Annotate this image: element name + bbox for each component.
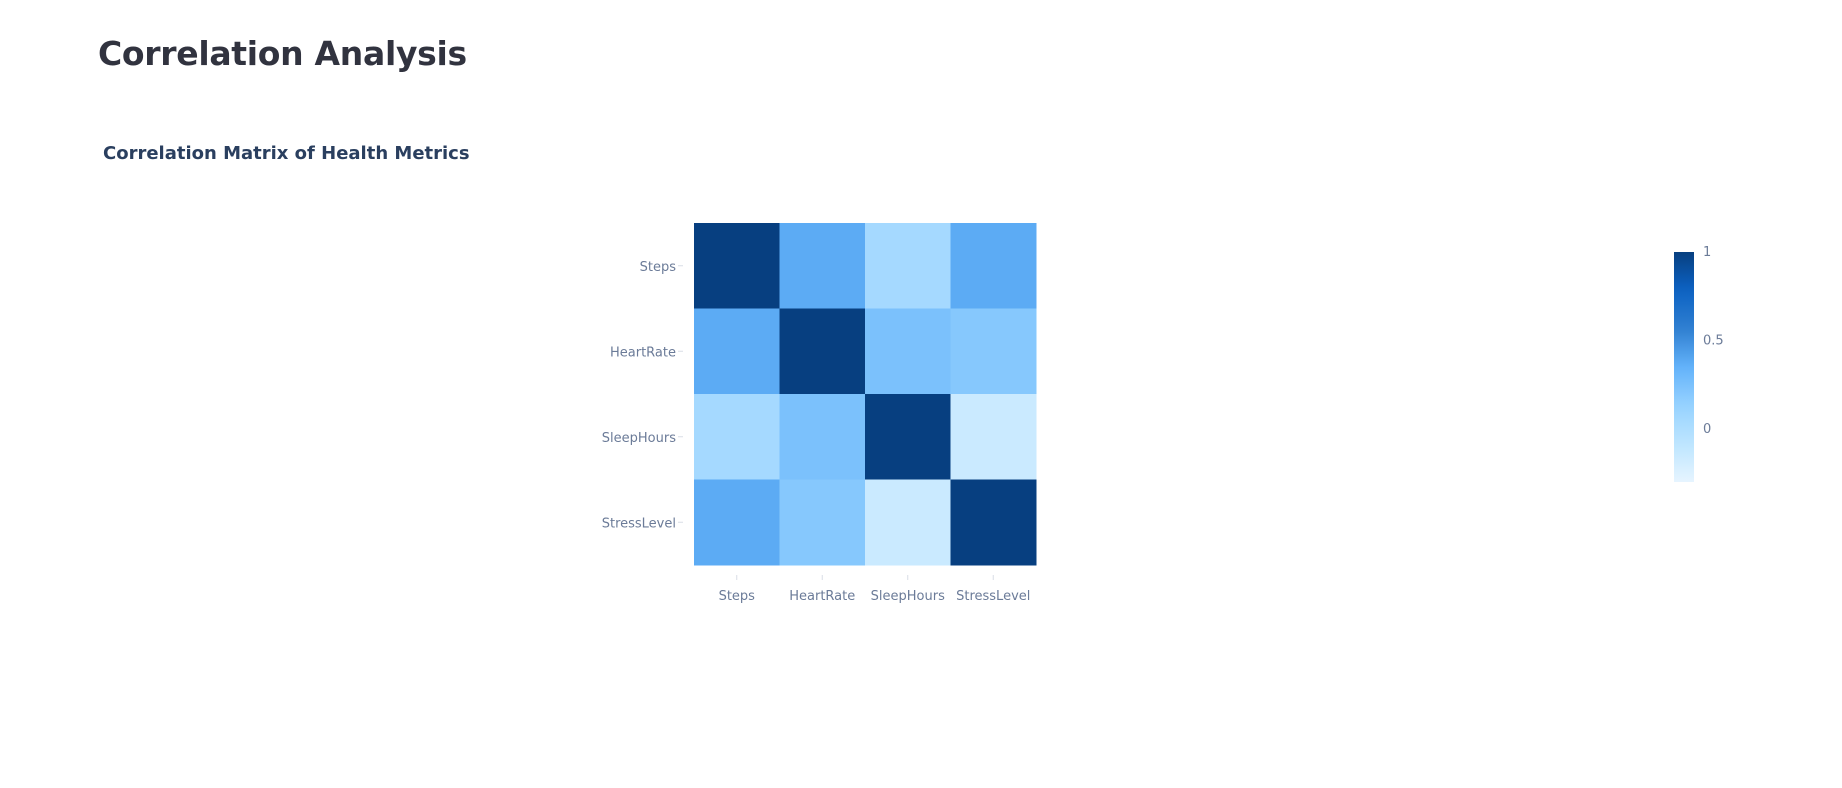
colorbar-tick-label: 1	[1703, 245, 1711, 260]
heatmap-cell	[779, 394, 866, 480]
heatmap-cell	[865, 223, 951, 309]
x-axis-ticks: Steps HeartRate SleepHours StressLevel	[719, 575, 1030, 604]
heatmap-cell	[950, 308, 1037, 395]
heatmap-cells	[694, 223, 1037, 566]
heatmap-plot: Steps HeartRate SleepHours StressLevel Step…	[602, 223, 1724, 604]
x-tick-label: HeartRate	[789, 589, 855, 604]
colorbar-tick-label: 0.5	[1703, 333, 1724, 348]
y-tick-label: HeartRate	[610, 345, 676, 360]
y-axis-ticks: Steps HeartRate SleepHours StressLevel	[602, 260, 683, 531]
heatmap-cell	[779, 223, 866, 309]
heatmap-cell	[865, 308, 951, 395]
heatmap-cell	[950, 394, 1037, 480]
heatmap-cell	[694, 223, 780, 309]
x-tick-label: Steps	[719, 589, 756, 604]
y-tick-label: Steps	[640, 260, 677, 275]
y-tick-label: StressLevel	[602, 516, 676, 531]
page-title: Correlation Analysis	[98, 34, 467, 73]
heatmap-cell	[865, 394, 951, 480]
heatmap-cell	[779, 479, 866, 566]
colorbar: 10.50	[1674, 245, 1724, 482]
colorbar-gradient	[1674, 252, 1694, 482]
heatmap-cell	[694, 479, 780, 566]
heatmap-cell	[779, 308, 866, 395]
heatmap-cell	[950, 479, 1037, 566]
heatmap-cell	[950, 223, 1037, 309]
colorbar-tick-label: 0	[1703, 422, 1711, 437]
x-tick-label: StressLevel	[956, 589, 1030, 604]
heatmap-cell	[865, 479, 951, 566]
heatmap-cell	[694, 394, 780, 480]
heatmap-chart: Correlation Matrix of Health Metrics Ste…	[98, 130, 1798, 650]
heatmap-cell	[694, 308, 780, 395]
y-tick-label: SleepHours	[602, 431, 676, 446]
x-tick-label: SleepHours	[871, 589, 945, 604]
